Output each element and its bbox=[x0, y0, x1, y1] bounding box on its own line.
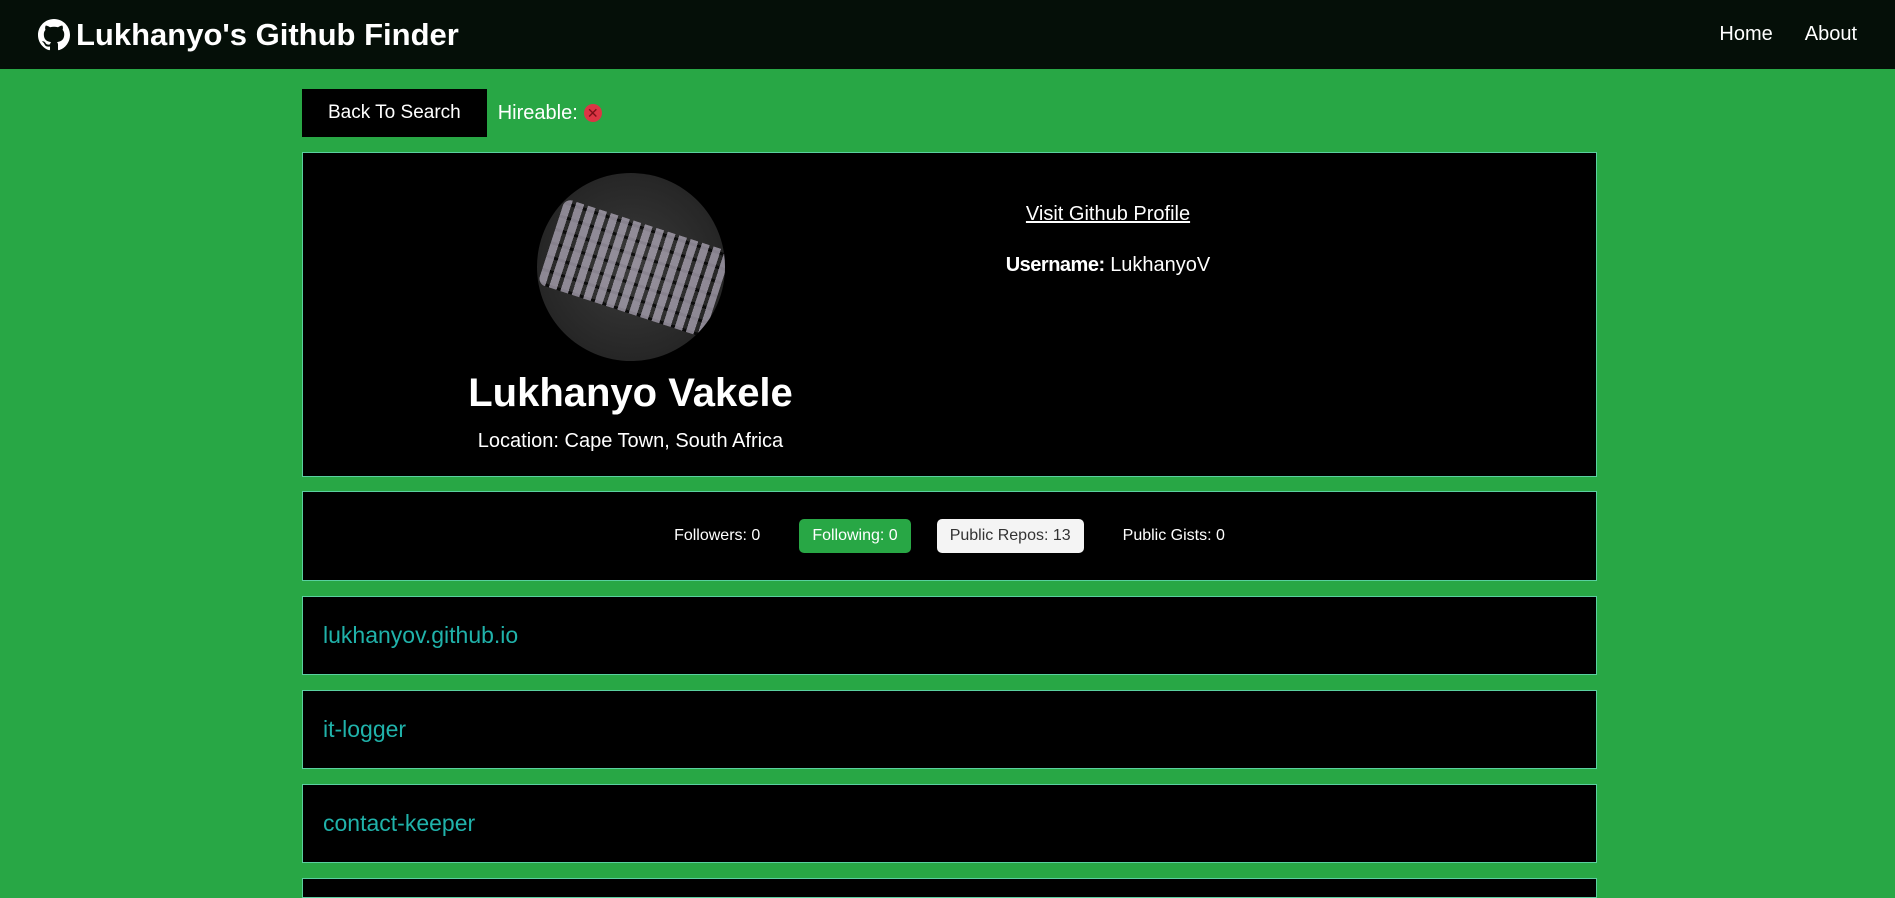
brand[interactable]: Lukhanyo's Github Finder bbox=[38, 17, 459, 53]
repo-link[interactable]: contact-keeper bbox=[323, 810, 475, 837]
visit-github-profile-link[interactable]: Visit Github Profile bbox=[958, 203, 1258, 226]
profile-card: Lukhanyo Vakele Location: Cape Town, Sou… bbox=[302, 152, 1597, 477]
repo-link[interactable]: it-logger bbox=[323, 716, 406, 743]
public-gists-badge: Public Gists: 0 bbox=[1122, 527, 1225, 544]
nav-link-home[interactable]: Home bbox=[1719, 23, 1772, 46]
profile-summary: Lukhanyo Vakele Location: Cape Town, Sou… bbox=[303, 153, 958, 476]
main-container: Back To Search Hireable: ✕ Lukhanyo Vake… bbox=[302, 69, 1597, 898]
profile-name: Lukhanyo Vakele bbox=[468, 371, 793, 415]
repo-item: lukhanyov.github.io bbox=[302, 596, 1597, 675]
avatar bbox=[536, 173, 725, 361]
times-circle-icon: ✕ bbox=[583, 104, 602, 122]
hireable-label: Hireable: bbox=[497, 101, 578, 124]
hireable-status: Hireable: ✕ bbox=[498, 102, 602, 125]
repo-link[interactable]: lukhanyov.github.io bbox=[323, 622, 518, 649]
stats-card: Followers: 0 Following: 0 Public Repos: … bbox=[302, 491, 1597, 581]
github-icon bbox=[38, 18, 70, 51]
followers-badge: Followers: 0 bbox=[674, 527, 761, 544]
nav-link-about[interactable]: About bbox=[1805, 23, 1857, 46]
username-value: LukhanyoV bbox=[1110, 254, 1211, 276]
navbar: Lukhanyo's Github Finder Home About bbox=[0, 0, 1895, 69]
topbar: Back To Search Hireable: ✕ bbox=[302, 89, 1597, 137]
public-repos-badge: Public Repos: 13 bbox=[936, 519, 1084, 553]
following-badge: Following: 0 bbox=[799, 519, 911, 553]
profile-details: Visit Github Profile Username: LukhanyoV bbox=[958, 203, 1258, 277]
brand-title: Lukhanyo's Github Finder bbox=[76, 16, 459, 52]
username-row: Username: LukhanyoV bbox=[958, 254, 1258, 277]
profile-location: Location: Cape Town, South Africa bbox=[477, 430, 784, 452]
username-label: Username: bbox=[1005, 254, 1105, 276]
keyboard-photo bbox=[536, 198, 725, 338]
repo-item: contact-keeper bbox=[302, 784, 1597, 863]
back-to-search-button[interactable]: Back To Search bbox=[302, 89, 487, 137]
repo-item bbox=[302, 878, 1597, 898]
repo-item: it-logger bbox=[302, 690, 1597, 769]
nav-links: Home About bbox=[1719, 23, 1857, 46]
